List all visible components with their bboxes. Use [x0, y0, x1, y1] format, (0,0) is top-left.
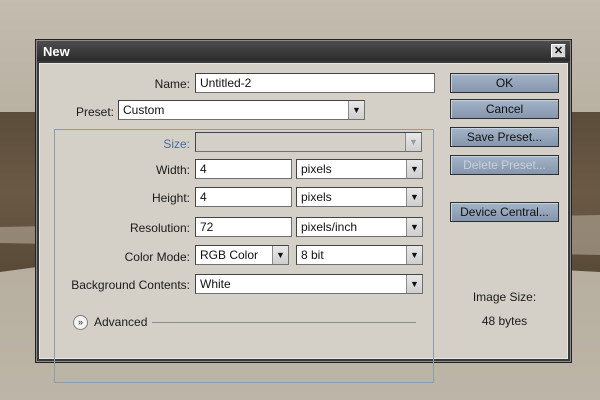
size-select: ▼: [195, 132, 422, 152]
background-contents-select[interactable]: White ▼: [195, 274, 423, 294]
width-input[interactable]: 4: [195, 159, 292, 179]
chevron-down-icon: ▼: [406, 188, 422, 206]
new-document-dialog: New ✕ Name: Untitled-2 Preset: Custom ▼ …: [35, 39, 572, 383]
width-unit-select[interactable]: pixels ▼: [296, 159, 423, 179]
chevron-down-icon: ▼: [406, 275, 422, 293]
close-icon: ✕: [553, 45, 564, 57]
preset-label: Preset:: [62, 105, 117, 119]
name-label: Name:: [154, 77, 190, 91]
image-size-label: Image Size:: [472, 290, 537, 304]
delete-preset-button: Delete Preset...: [450, 155, 559, 175]
chevron-down-icon: ▼: [405, 133, 421, 151]
size-label: Size:: [163, 137, 190, 151]
bit-depth-value: 8 bit: [301, 248, 324, 262]
image-size-value: 48 bytes: [481, 314, 528, 328]
height-input[interactable]: 4: [195, 187, 292, 207]
chevron-down-icon: ▼: [272, 246, 288, 264]
ok-button[interactable]: OK: [450, 73, 559, 93]
color-mode-value: RGB Color: [200, 248, 259, 262]
double-chevron-down-icon[interactable]: »: [73, 315, 88, 330]
advanced-label[interactable]: Advanced: [94, 315, 147, 329]
chevron-down-icon: ▼: [348, 101, 364, 119]
cancel-button[interactable]: Cancel: [450, 99, 559, 119]
resolution-input[interactable]: 72: [195, 217, 292, 237]
width-unit-value: pixels: [301, 162, 332, 176]
name-input[interactable]: Untitled-2: [195, 73, 435, 93]
height-label: Height:: [151, 191, 190, 205]
bit-depth-select[interactable]: 8 bit ▼: [296, 245, 423, 265]
dialog-body: Name: Untitled-2 Preset: Custom ▼ Size: …: [39, 63, 568, 383]
chevron-down-icon: ▼: [406, 218, 422, 236]
advanced-divider: [152, 322, 416, 323]
device-central-button[interactable]: Device Central...: [450, 202, 559, 222]
background-contents-value: White: [200, 277, 231, 291]
dialog-title: New: [43, 44, 70, 59]
height-unit-select[interactable]: pixels ▼: [296, 187, 423, 207]
height-unit-value: pixels: [301, 190, 332, 204]
color-mode-select[interactable]: RGB Color ▼: [195, 245, 289, 265]
resolution-label: Resolution:: [129, 221, 190, 235]
resolution-unit-value: pixels/inch: [301, 220, 358, 234]
preset-select-value: Custom: [123, 103, 165, 117]
color-mode-label: Color Mode:: [124, 250, 190, 264]
chevron-down-icon: ▼: [406, 160, 422, 178]
background-contents-label: Background Contents:: [71, 278, 190, 292]
width-label: Width:: [155, 163, 190, 177]
dialog-titlebar[interactable]: New ✕: [37, 41, 570, 61]
close-button[interactable]: ✕: [551, 44, 566, 58]
save-preset-button[interactable]: Save Preset...: [450, 127, 559, 147]
resolution-unit-select[interactable]: pixels/inch ▼: [296, 217, 423, 237]
preset-select[interactable]: Custom ▼: [118, 100, 365, 120]
chevron-down-icon: ▼: [406, 246, 422, 264]
